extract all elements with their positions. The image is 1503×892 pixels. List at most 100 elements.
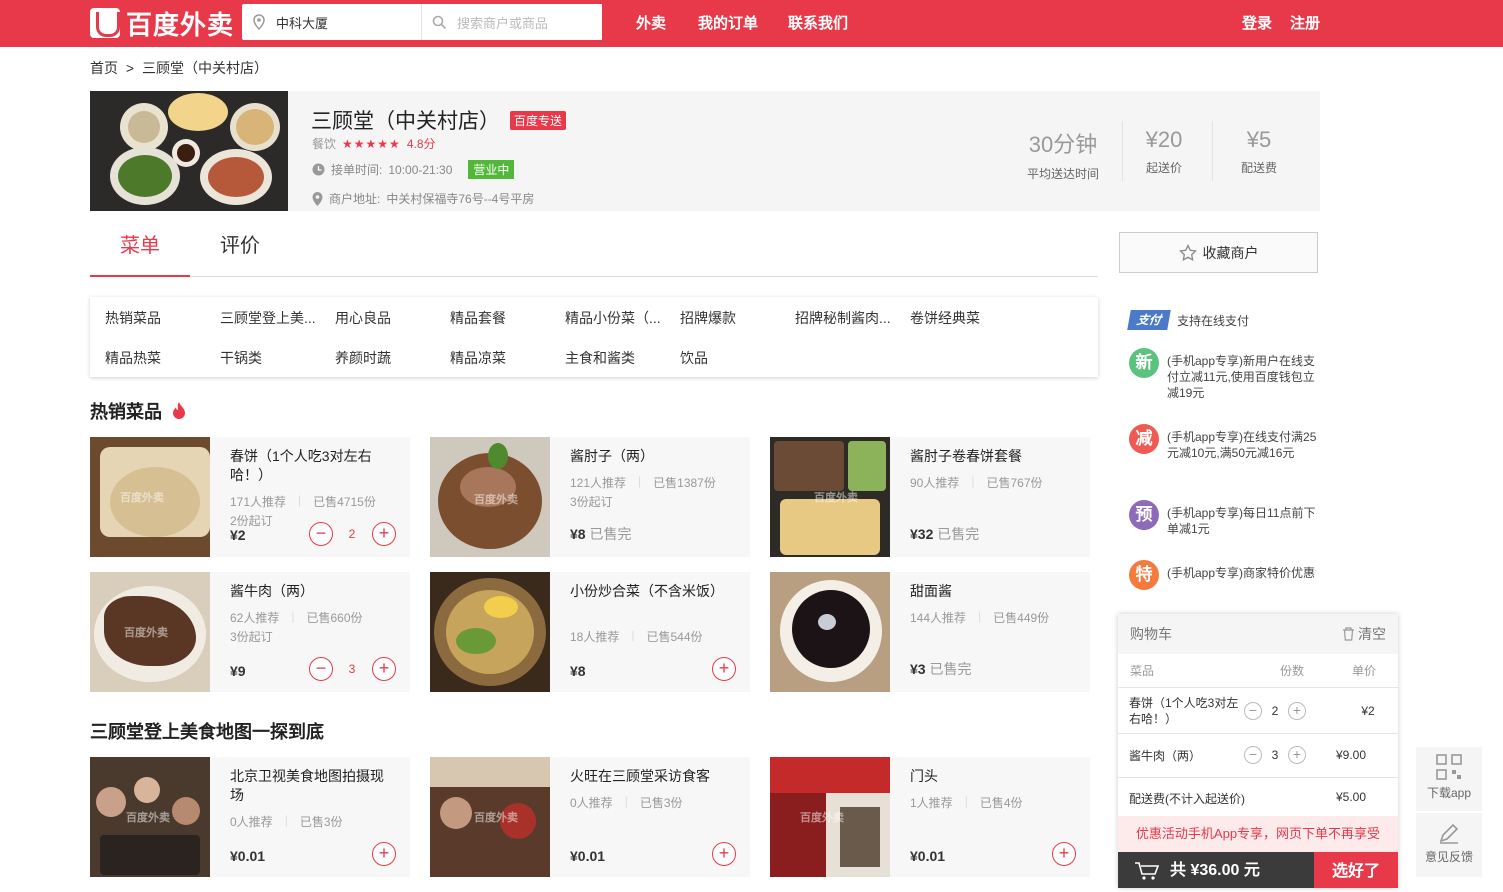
shop-photo <box>90 91 288 211</box>
address-label: 商户地址: <box>329 192 381 206</box>
nav-my-orders[interactable]: 我的订单 <box>698 0 758 47</box>
category-item[interactable]: 养颜时蔬 <box>335 348 445 368</box>
promo-text: (手机app专享)每日11点前下单减1元 <box>1167 506 1316 536</box>
dish-meta: 171人推荐 | 已售4715份 <box>230 493 376 509</box>
shop-title: 三顾堂（中关村店） 百度专送 <box>311 105 567 135</box>
add-to-cart-button[interactable]: + <box>1052 842 1076 866</box>
increase-button[interactable]: + <box>372 657 396 681</box>
tab-menu[interactable]: 菜单 <box>90 226 190 277</box>
search-placeholder: 搜索商户或商品 <box>457 15 549 31</box>
watermark: 百度外卖 <box>814 492 858 504</box>
location-pin-icon <box>312 191 323 206</box>
cart-increase-button[interactable]: + <box>1288 702 1306 720</box>
open-status-badge: 营业中 <box>468 160 515 179</box>
category-item[interactable]: 热销菜品 <box>105 308 215 328</box>
stat-value: ¥5 <box>1246 127 1272 152</box>
login-link[interactable]: 登录 <box>1242 0 1272 47</box>
register-link[interactable]: 注册 <box>1290 0 1320 47</box>
cart-item-name: 酱牛肉（两） <box>1129 749 1202 763</box>
dish-recommend: 90人推荐 <box>910 476 960 490</box>
delivery-fee-label: 配送费(不计入起送价) <box>1129 792 1245 806</box>
category-item[interactable]: 精品套餐 <box>450 308 560 328</box>
promo-item: 特 (手机app专享)商家特价优惠 <box>1129 560 1319 590</box>
cart-promo-note: 优惠活动手机App专享，网页下单不再享受 <box>1118 816 1398 852</box>
cart-increase-button[interactable]: + <box>1288 746 1306 764</box>
dish-price: ¥9 <box>230 663 246 679</box>
cart-icon <box>1135 862 1160 880</box>
category-item[interactable]: 卷饼经典菜 <box>910 308 1020 328</box>
feedback-button[interactable]: 意见反馈 <box>1416 813 1482 877</box>
breadcrumb: 首页 > 三顾堂（中关村店） <box>90 58 268 78</box>
cart-decrease-button[interactable]: − <box>1244 746 1262 764</box>
search-input[interactable]: 搜索商户或商品 <box>422 4 602 40</box>
dish-price-value: ¥8 <box>570 526 586 542</box>
tab-reviews[interactable]: 评价 <box>190 226 290 277</box>
favorite-shop-button[interactable]: 收藏商户 <box>1119 232 1318 273</box>
promo-item: 减 (手机app专享)在线支付满25元减10元,满50元减16元 <box>1129 424 1319 461</box>
cart-item-qty: 2 <box>1271 704 1279 718</box>
checkout-button[interactable]: 选好了 <box>1314 852 1398 888</box>
download-app-button[interactable]: 下载app <box>1416 747 1482 811</box>
promo-item: 新 (手机app专享)新用户在线支付立减11元,使用百度钱包立减19元 <box>1129 348 1319 401</box>
search-icon <box>432 15 447 29</box>
dish-card: 百度外卖 酱肘子卷春饼套餐 90人推荐 | 已售767份 ¥32 已售完 <box>770 437 1090 557</box>
cart-clear-button[interactable]: 清空 <box>1342 624 1386 644</box>
star-outline-icon <box>1178 243 1197 261</box>
cart-total: 共 ¥36.00 元 <box>1134 852 1260 890</box>
promo-new-badge: 新 <box>1129 348 1159 378</box>
site-logo[interactable]: 百度外卖 <box>90 6 234 41</box>
promo-special-badge: 特 <box>1129 560 1159 590</box>
section-title-map: 三顾堂登上美食地图一探到底 <box>90 722 324 742</box>
cart-title: 购物车 <box>1130 626 1172 642</box>
clock-icon <box>312 163 325 176</box>
category-item[interactable]: 饮品 <box>680 348 790 368</box>
cart-decrease-button[interactable]: − <box>1244 702 1262 720</box>
shop-category: 餐饮 <box>312 137 337 151</box>
shop-category-row: 餐饮 ★★★★★ 4.8分 <box>312 135 436 152</box>
stat-delivery-time: 30分钟 平均送达时间 <box>1020 127 1106 182</box>
category-item[interactable]: 干锅类 <box>220 348 330 368</box>
cart-item-price: ¥9.00 <box>1335 748 1367 762</box>
content-tabs: 菜单 评价 <box>90 226 1098 277</box>
logo-icon <box>90 8 120 38</box>
category-item[interactable]: 用心良品 <box>335 308 445 328</box>
category-item[interactable]: 招牌秘制酱肉... <box>795 308 905 328</box>
nav-takeout[interactable]: 外卖 <box>636 0 666 47</box>
dish-price: ¥2 <box>230 527 246 543</box>
dish-price: ¥0.01 <box>910 848 945 864</box>
add-to-cart-button[interactable]: + <box>712 657 736 681</box>
breadcrumb-home[interactable]: 首页 <box>90 60 118 76</box>
decrease-button[interactable]: − <box>309 657 333 681</box>
category-item[interactable]: 精品凉菜 <box>450 348 560 368</box>
dish-name: 酱肘子（两） <box>570 448 654 464</box>
address-field[interactable]: 中科大厦 <box>242 4 422 40</box>
add-to-cart-button[interactable]: + <box>372 842 396 866</box>
dish-price: ¥3 已售完 <box>910 659 971 679</box>
dish-meta: 18人推荐 | 已售544份 <box>570 628 703 644</box>
dish-price: ¥8 已售完 <box>570 524 631 544</box>
category-item[interactable]: 招牌爆款 <box>680 308 790 328</box>
category-item[interactable]: 精品热菜 <box>105 348 215 368</box>
dish-recommend: 18人推荐 <box>570 630 620 644</box>
dish-price-value: ¥8 <box>570 663 586 679</box>
col-dish: 菜品 <box>1130 664 1155 678</box>
category-item[interactable]: 三顾堂登上美... <box>220 308 330 328</box>
dish-recommend: 121人推荐 <box>570 476 627 490</box>
decrease-button[interactable]: − <box>309 522 333 546</box>
dish-price-value: ¥9 <box>230 663 246 679</box>
dish-price-value: ¥32 <box>910 526 934 542</box>
dish-meta: 121人推荐 | 已售1387份 <box>570 474 716 490</box>
category-item[interactable]: 精品小份菜（... <box>565 308 670 328</box>
dish-card: 百度外卖 门头 1人推荐 | 已售4份 ¥0.01 + <box>770 757 1090 877</box>
add-to-cart-button[interactable]: + <box>712 842 736 866</box>
cart-header: 购物车 清空 <box>1118 614 1398 654</box>
nav-contact[interactable]: 联系我们 <box>788 0 848 47</box>
shop-address: 中关村保福寺76号--4号平房 <box>386 192 535 206</box>
dish-name: 甜面酱 <box>910 583 952 599</box>
dish-meta: 1人推荐 | 已售4份 <box>910 794 1023 810</box>
category-item[interactable]: 主食和酱类 <box>565 348 675 368</box>
cart-item-name: 春饼（1个人吃3对左右哈！） <box>1129 696 1239 726</box>
increase-button[interactable]: + <box>372 522 396 546</box>
dish-meta: 144人推荐 | 已售449份 <box>910 609 1050 625</box>
dish-meta: 90人推荐 | 已售767份 <box>910 474 1043 490</box>
